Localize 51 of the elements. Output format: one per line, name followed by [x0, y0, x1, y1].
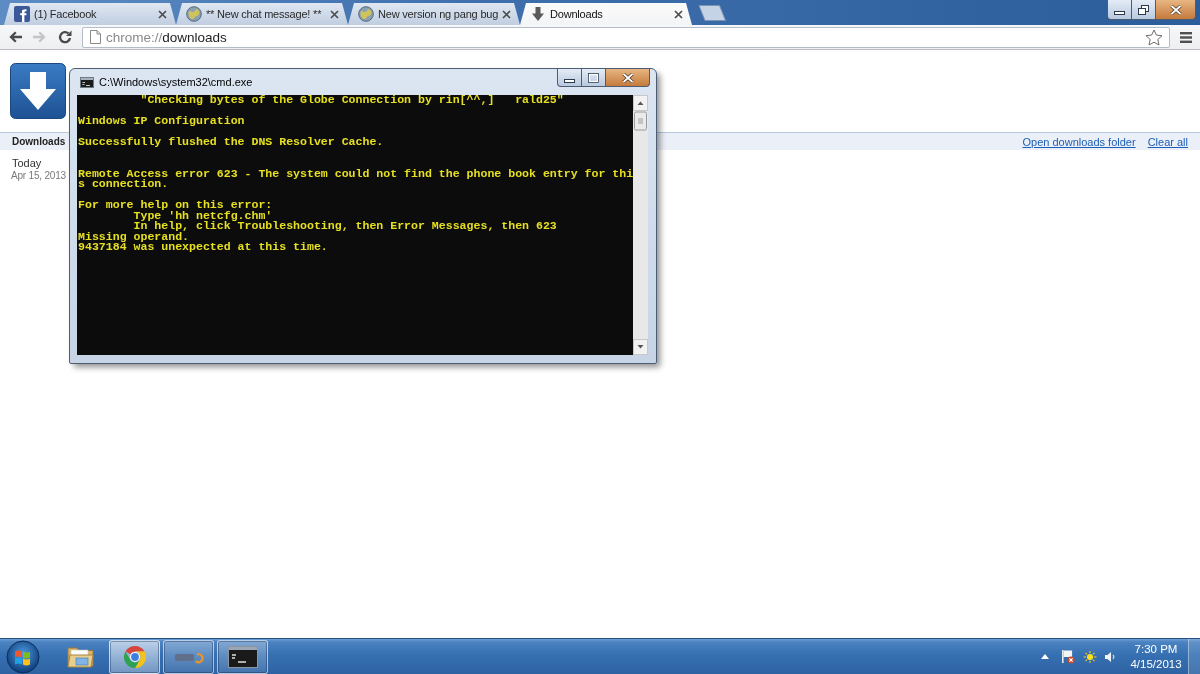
close-button[interactable]	[606, 69, 650, 87]
close-icon	[1169, 4, 1182, 15]
page-heading: Downloads	[12, 136, 66, 147]
text-link[interactable]: Open downloads folder	[1022, 135, 1136, 148]
browser-tab[interactable]: New version ng pang bug	[348, 3, 520, 25]
console-icon	[80, 76, 94, 88]
flag-icon[interactable]	[1061, 649, 1075, 664]
menu-icon[interactable]	[1180, 31, 1192, 43]
sun-icon[interactable]	[1083, 650, 1097, 663]
taskbar-button[interactable]	[217, 639, 268, 674]
maximize-button[interactable]	[582, 69, 606, 87]
close-icon[interactable]	[330, 9, 339, 19]
triangle-up-icon[interactable]	[1041, 654, 1049, 659]
maximize-icon	[588, 72, 599, 83]
close-button[interactable]	[1156, 0, 1196, 20]
star-icon[interactable]	[1145, 28, 1163, 46]
restore-button[interactable]	[1132, 0, 1156, 20]
minimize-icon	[1114, 10, 1125, 15]
speaker-icon[interactable]	[1104, 650, 1116, 663]
browser-tab[interactable]: Downloads	[520, 3, 692, 25]
console-icon	[227, 645, 258, 668]
minimize-button[interactable]	[1107, 0, 1132, 20]
close-icon	[621, 72, 634, 83]
close-icon[interactable]	[502, 9, 512, 19]
page-icon	[90, 30, 101, 44]
date-text: Apr 15, 2013	[11, 170, 66, 182]
close-icon[interactable]	[674, 9, 683, 19]
minimize-icon	[564, 78, 575, 83]
browser-tab[interactable]: (1) Facebook	[4, 3, 176, 25]
browser-tab[interactable]: ** New chat message! **	[176, 3, 348, 25]
restore-icon	[1138, 4, 1149, 15]
social-logo-icon	[14, 6, 30, 22]
folder-icon	[66, 644, 95, 669]
window-title: C:\Windows\system32\cmd.exe	[99, 76, 253, 88]
left-arrow-icon[interactable]	[7, 29, 23, 45]
address-field[interactable]: chrome://downloads	[82, 26, 1170, 48]
text-link[interactable]: Clear all	[1147, 135, 1188, 148]
globe-icon	[186, 6, 202, 22]
new-tab-button[interactable]	[698, 5, 726, 21]
scrollbar[interactable]	[633, 95, 648, 355]
taskbar-button[interactable]	[163, 639, 214, 674]
download-arrow-icon	[530, 6, 546, 22]
console-output: "Checking bytes of the Globe Connection by rin[^^,] rald25" Windows IP Configuration Successfully flushed the DNS Resolver Cache. Remote Access error 623 - The system could not find the phone book entry for thi s connection. For more help on this error: Type 'hh netcfg.chm' In help, click Troubleshooting, then Error Messages, then 623 Missing operand. 9437184 was unexpected at this time.	[77, 95, 634, 253]
clock[interactable]: 7:30 PM 4/15/2013	[1128, 641, 1184, 672]
minimize-button[interactable]	[557, 69, 582, 87]
reload-icon[interactable]	[57, 29, 73, 45]
flag-orb-icon[interactable]	[6, 639, 40, 674]
globe-icon	[358, 6, 374, 22]
date-group-label: Today	[12, 156, 42, 170]
close-icon[interactable]	[158, 9, 167, 19]
round-logo-icon	[122, 644, 147, 669]
